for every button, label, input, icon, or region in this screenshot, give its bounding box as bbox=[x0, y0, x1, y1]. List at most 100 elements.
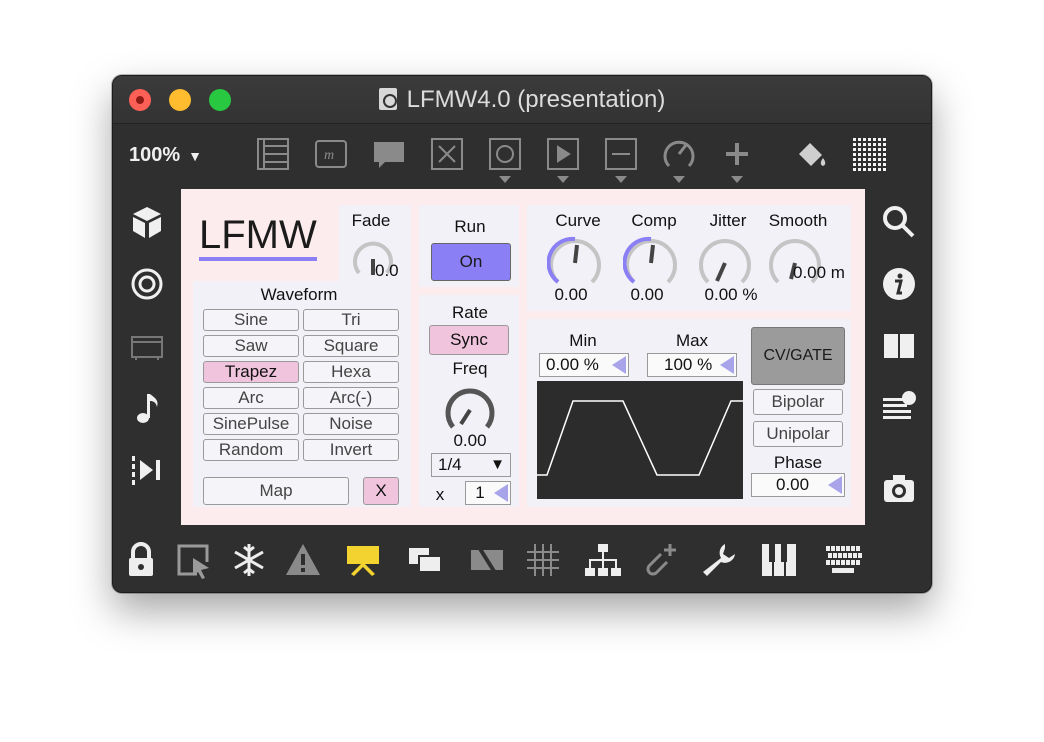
step-forward-icon[interactable] bbox=[129, 452, 165, 488]
cv-gate-button[interactable]: CV/GATE bbox=[751, 327, 845, 385]
waveform-scope bbox=[537, 381, 743, 499]
toggle-x-icon[interactable] bbox=[429, 136, 465, 176]
bottom-toolbar bbox=[113, 530, 931, 592]
waveform-option-sine[interactable]: Sine bbox=[203, 309, 299, 331]
waveform-option-invert[interactable]: Invert bbox=[303, 439, 399, 461]
select-icon[interactable] bbox=[173, 540, 213, 580]
caret-down-icon: ▼ bbox=[188, 148, 203, 164]
triangle-icon bbox=[720, 356, 734, 374]
waveform-label: Waveform bbox=[260, 285, 338, 304]
division-dropdown[interactable]: 1/4 ▼ bbox=[431, 453, 511, 477]
multiplier-label: x bbox=[435, 485, 445, 504]
slider-icon[interactable] bbox=[603, 136, 639, 183]
freq-value: 0.00 bbox=[453, 431, 487, 450]
triangle-icon bbox=[494, 484, 508, 502]
piano-icon[interactable] bbox=[759, 540, 799, 580]
division-value: 1/4 bbox=[438, 455, 462, 474]
freq-label: Freq bbox=[452, 359, 488, 378]
waveform-option-arc[interactable]: Arc(-) bbox=[303, 387, 399, 409]
comp-value: 0.00 bbox=[630, 285, 664, 304]
waveform-option-tri[interactable]: Tri bbox=[303, 309, 399, 331]
device-icon[interactable] bbox=[129, 328, 165, 364]
list-record-icon[interactable] bbox=[881, 390, 917, 426]
keyboard-icon[interactable] bbox=[823, 540, 863, 580]
waveform-option-saw[interactable]: Saw bbox=[203, 335, 299, 357]
caret-down-icon: ▼ bbox=[490, 456, 505, 473]
waveform-option-sinepulse[interactable]: SinePulse bbox=[203, 413, 299, 435]
wrench-icon[interactable] bbox=[699, 540, 739, 580]
freeze-icon[interactable] bbox=[229, 540, 269, 580]
triangle-icon bbox=[828, 476, 842, 494]
grid-snap-icon[interactable] bbox=[523, 540, 563, 580]
waveform-option-hexa[interactable]: Hexa bbox=[303, 361, 399, 383]
window-title: LFMW4.0 (presentation) bbox=[406, 86, 666, 113]
info-icon[interactable] bbox=[881, 266, 917, 302]
comp-label: Comp bbox=[631, 211, 677, 230]
mute-icon[interactable] bbox=[467, 540, 507, 580]
dial-icon[interactable] bbox=[661, 136, 697, 183]
waveform-option-square[interactable]: Square bbox=[303, 335, 399, 357]
bipolar-button[interactable]: Bipolar bbox=[753, 389, 843, 415]
warning-icon[interactable] bbox=[283, 540, 323, 580]
run-on-button[interactable]: On bbox=[431, 243, 511, 281]
comp-knob[interactable] bbox=[623, 235, 679, 291]
phase-label: Phase bbox=[773, 453, 823, 472]
unipolar-button[interactable]: Unipolar bbox=[753, 421, 843, 447]
paperclip-add-icon[interactable] bbox=[639, 540, 679, 580]
waveform-option-arc[interactable]: Arc bbox=[203, 387, 299, 409]
message-box-icon[interactable]: m bbox=[313, 136, 349, 176]
waveform-option-random[interactable]: Random bbox=[203, 439, 299, 461]
waveform-option-noise[interactable]: Noise bbox=[303, 413, 399, 435]
min-label: Min bbox=[569, 331, 597, 350]
triangle-icon bbox=[612, 356, 626, 374]
curve-knob[interactable] bbox=[547, 235, 603, 291]
cube-icon[interactable] bbox=[129, 204, 165, 240]
patcher-window: LFMW4.0 (presentation) 100% ▼ m LFMW Fade bbox=[112, 75, 932, 593]
freq-knob[interactable] bbox=[443, 383, 497, 437]
jitter-value: 0.00 % bbox=[704, 285, 758, 304]
smooth-value: 0.00 m bbox=[793, 263, 845, 282]
target-icon[interactable] bbox=[129, 266, 165, 302]
run-label: Run bbox=[454, 217, 486, 236]
fade-value: 0.0 bbox=[375, 261, 399, 280]
paint-bucket-icon[interactable] bbox=[793, 136, 829, 176]
zoom-menu[interactable]: 100% ▼ bbox=[129, 144, 202, 167]
max-label: Max bbox=[675, 331, 709, 350]
windows-icon[interactable] bbox=[405, 540, 445, 580]
phase-field[interactable]: 0.00 bbox=[751, 473, 845, 497]
map-button[interactable]: Map bbox=[203, 477, 349, 505]
multiplier-field[interactable]: 1 bbox=[465, 481, 511, 505]
columns-icon[interactable] bbox=[881, 328, 917, 364]
clear-map-button[interactable]: X bbox=[363, 477, 399, 505]
device-logo: LFMW bbox=[199, 213, 317, 257]
presentation-icon[interactable] bbox=[343, 540, 383, 580]
document-icon bbox=[378, 88, 397, 110]
smooth-label: Smooth bbox=[768, 211, 828, 230]
music-note-icon[interactable] bbox=[129, 390, 165, 426]
fade-label: Fade bbox=[351, 211, 391, 230]
lfmw-device-panel: LFMW Fade 0.0 Waveform Sine Tri Saw Square T… bbox=[181, 189, 865, 525]
camera-icon[interactable] bbox=[881, 470, 917, 506]
comment-icon[interactable] bbox=[371, 136, 407, 176]
hierarchy-icon[interactable] bbox=[583, 540, 623, 580]
min-value: 0.00 % bbox=[546, 355, 599, 374]
play-icon[interactable] bbox=[545, 136, 581, 183]
waveform-option-trapez[interactable]: Trapez bbox=[203, 361, 299, 383]
max-value: 100 % bbox=[664, 355, 713, 374]
grid-icon[interactable] bbox=[851, 136, 887, 176]
button-icon[interactable] bbox=[487, 136, 523, 183]
search-icon[interactable] bbox=[881, 204, 917, 240]
sync-button[interactable]: Sync bbox=[429, 325, 509, 355]
top-toolbar: 100% ▼ m bbox=[113, 124, 931, 186]
list-icon[interactable] bbox=[255, 136, 291, 176]
plus-icon[interactable] bbox=[719, 136, 755, 183]
min-field[interactable]: 0.00 % bbox=[539, 353, 629, 377]
phase-value: 0.00 bbox=[776, 475, 810, 494]
curve-label: Curve bbox=[555, 211, 601, 230]
zoom-level: 100% bbox=[129, 144, 181, 166]
lock-icon[interactable] bbox=[121, 540, 161, 580]
jitter-knob[interactable] bbox=[697, 235, 753, 291]
svg-text:m: m bbox=[324, 148, 334, 163]
window-title-area: LFMW4.0 (presentation) bbox=[113, 86, 931, 114]
max-field[interactable]: 100 % bbox=[647, 353, 737, 377]
